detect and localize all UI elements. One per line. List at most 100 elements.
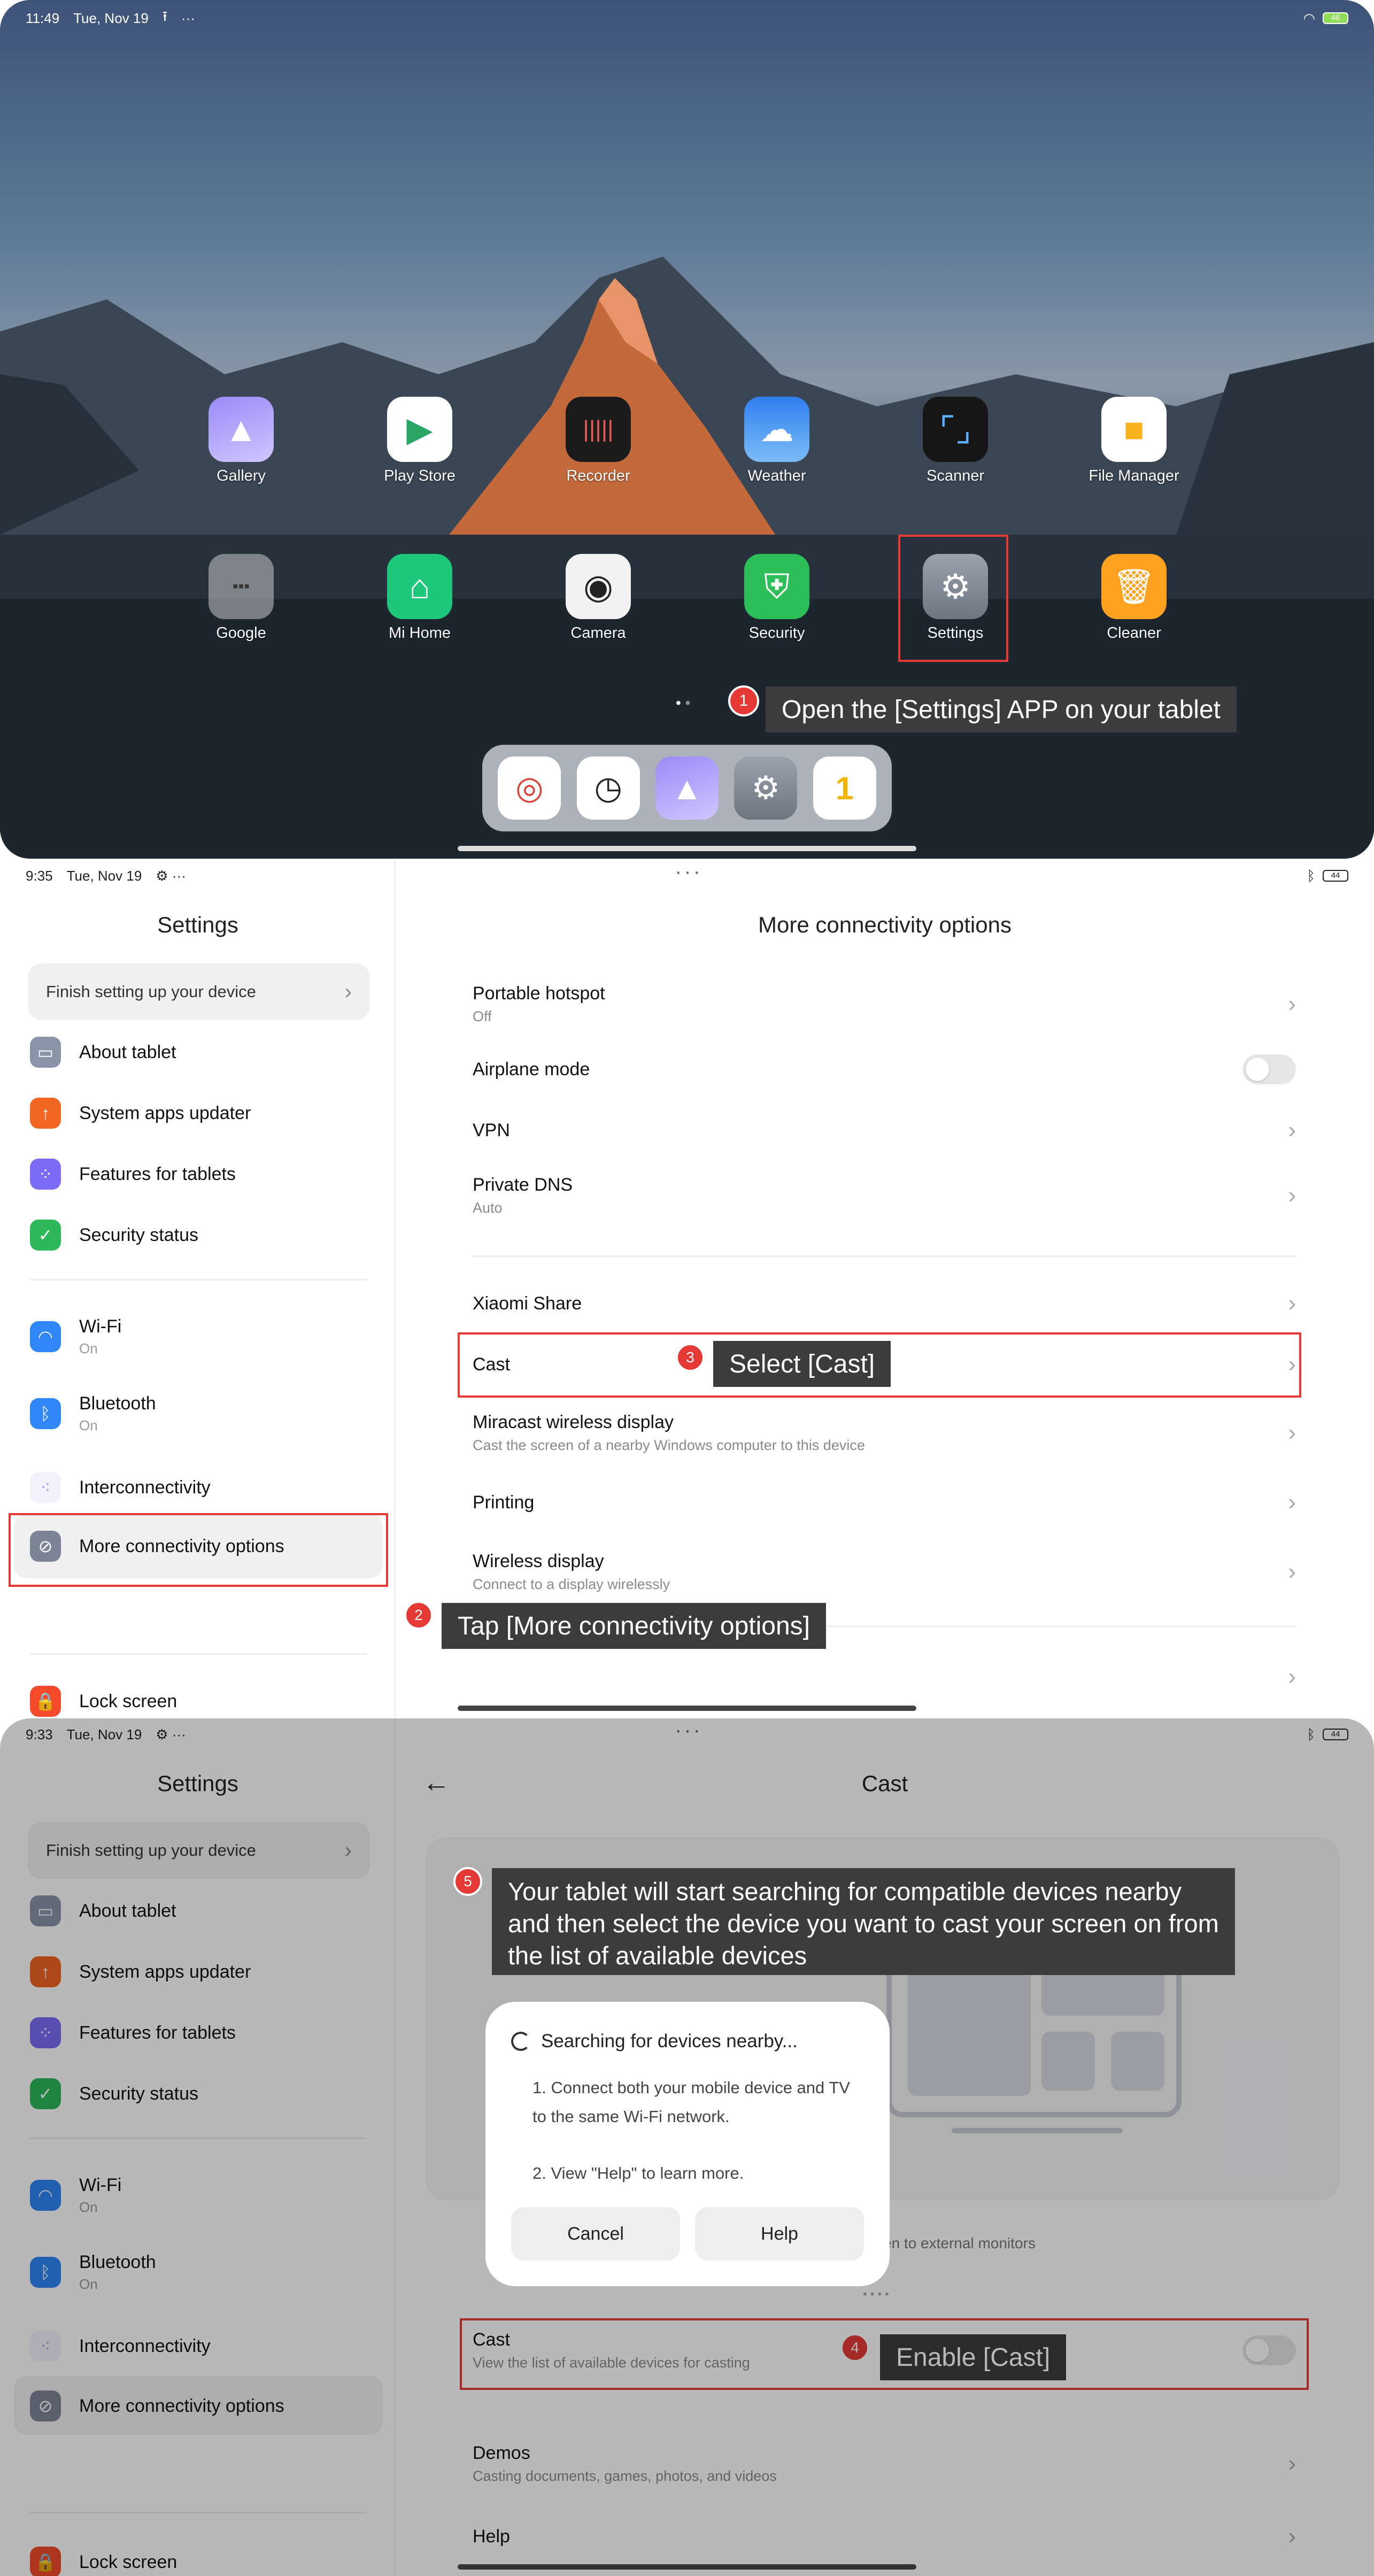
app-cleaner[interactable]: 🗑 Cleaner [1072, 554, 1195, 642]
cancel-button[interactable]: Cancel [511, 2207, 680, 2261]
step-callout-2: Tap [More connectivity options] [442, 1603, 826, 1649]
step-badge-1: 1 [728, 685, 759, 716]
row-portable-hotspot[interactable]: Portable hotspot Off › [473, 978, 1296, 1030]
app-weather[interactable]: ☁ Weather [715, 397, 838, 485]
row-label: VPN [473, 1120, 510, 1140]
interconnectivity-icon: ⁖ [30, 1472, 61, 1503]
dialog-line-1: 1. Connect both your mobile device and T… [532, 2078, 850, 2126]
row-sub: Connect to a display wirelessly [473, 1576, 670, 1592]
chevron-right-icon: › [1288, 1182, 1296, 1208]
app-recorder[interactable]: ||||| Recorder [537, 397, 660, 485]
multitask-dots-icon[interactable]: ··· [675, 860, 703, 884]
divider [30, 1279, 367, 1281]
dock: ◎ ◷ ▲ ⚙ 1 [482, 745, 892, 831]
row-label: Printing [473, 1492, 535, 1513]
sidebar-item-wifi[interactable]: ◠ Wi-Fi On [30, 1310, 372, 1363]
step-badge-2: 2 [404, 1601, 433, 1630]
sidebar-item-label: Features for tablets [79, 1163, 236, 1184]
sidebar-item-label: Lock screen [79, 1691, 177, 1711]
row-xiaomi-share[interactable]: Xiaomi Share › [473, 1282, 1296, 1325]
app-google-folder[interactable]: ▪▪▪ Google [180, 554, 303, 642]
scanner-icon: ⌜⌟ [923, 397, 988, 462]
sidebar-item-about[interactable]: ▭ About tablet [30, 1025, 372, 1079]
page-title: More connectivity options [758, 912, 1012, 937]
sidebar-item-security[interactable]: ✓ Security status [30, 1208, 372, 1262]
camera-icon: ◉ [566, 554, 631, 619]
sidebar-item-lock-screen[interactable]: 🔒 Lock screen [30, 1675, 372, 1717]
sidebar-item-bluetooth[interactable]: ᛒ Bluetooth On [30, 1387, 372, 1440]
dialog-header: Searching for devices nearby... [511, 2031, 864, 2052]
gallery-icon: ▲ [209, 397, 274, 462]
home-indicator[interactable] [458, 1706, 916, 1711]
airplane-toggle[interactable] [1242, 1054, 1296, 1084]
mi-home-icon: ⌂ [387, 554, 452, 619]
more-connectivity-panel: 9:35 Tue, Nov 19 ⚙ ··· ᛒ 44 ··· Settings… [0, 860, 1374, 1717]
row-sub: Auto [473, 1200, 503, 1216]
row-airplane-mode[interactable]: Airplane mode [473, 1048, 1296, 1091]
sidebar-item-sub: On [79, 1417, 98, 1433]
app-play-store[interactable]: ▶ Play Store [358, 397, 481, 485]
app-mi-home[interactable]: ⌂ Mi Home [358, 554, 481, 642]
arrow-up-icon: ↑ [30, 1098, 61, 1129]
sidebar-title: Settings [157, 912, 238, 937]
row-vpn[interactable]: VPN › [473, 1109, 1296, 1152]
settings-gear-icon[interactable]: ⚙ [734, 757, 798, 820]
app-label: Play Store [384, 467, 456, 484]
row-label: Miracast wireless display [473, 1412, 674, 1432]
row-wireless-display[interactable]: Wireless display Connect to a display wir… [473, 1546, 1296, 1598]
app-security[interactable]: ⛨ Security [715, 554, 838, 642]
tablet-icon: ▭ [30, 1037, 61, 1068]
home-indicator[interactable] [458, 846, 916, 851]
row-miracast[interactable]: Miracast wireless display Cast the screen… [473, 1407, 1296, 1459]
settings-sidebar: Settings Finish setting up your device ›… [0, 860, 396, 1717]
row-label: Private DNS [473, 1175, 573, 1195]
weather-icon: ☁ [744, 397, 809, 462]
finish-setup-banner[interactable]: Finish setting up your device › [28, 963, 370, 1020]
help-button[interactable]: Help [695, 2207, 864, 2261]
folder-icon: ■ [1101, 397, 1167, 462]
dialog-title: Searching for devices nearby... [541, 2031, 798, 2051]
gallery-icon[interactable]: ▲ [655, 757, 719, 820]
row-partial[interactable]: › [473, 1655, 1296, 1698]
app-label: File Manager [1089, 467, 1179, 484]
step-badge-5: 5 [453, 1867, 482, 1896]
battery-icon: 46 [1323, 12, 1348, 24]
app-scanner[interactable]: ⌜⌟ Scanner [894, 397, 1017, 485]
chrome-icon[interactable]: ◎ [498, 757, 561, 820]
app-gallery[interactable]: ▲ Gallery [180, 397, 303, 485]
row-printing[interactable]: Printing › [473, 1481, 1296, 1524]
app-file-manager[interactable]: ■ File Manager [1072, 397, 1195, 485]
divider [30, 1653, 367, 1655]
one-app-icon[interactable]: 1 [813, 757, 876, 820]
status-bar: 11:49 Tue, Nov 19 ⭱ ··· ◠ 46 [26, 7, 1348, 29]
cleaner-icon: 🗑 [1101, 554, 1167, 619]
finish-setup-label: Finish setting up your device [46, 982, 256, 1001]
sidebar-item-label: Security status [79, 1224, 198, 1245]
bluetooth-icon: ᛒ [30, 1398, 61, 1429]
home-indicator[interactable] [458, 2564, 916, 2570]
chevron-right-icon: › [344, 980, 352, 1004]
clock-icon[interactable]: ◷ [576, 757, 640, 820]
shield-icon: ✓ [30, 1220, 61, 1251]
chevron-right-icon: › [1288, 1117, 1296, 1143]
sidebar-item-label: Wi-Fi [79, 1316, 122, 1337]
sidebar-item-interconnectivity[interactable]: ⁖ Interconnectivity [30, 1461, 372, 1514]
chevron-right-icon: › [1288, 1420, 1296, 1446]
sidebar-item-features[interactable]: ⁘ Features for tablets [30, 1147, 372, 1201]
sidebar-item-updater[interactable]: ↑ System apps updater [30, 1086, 372, 1140]
app-label: Cleaner [1107, 624, 1161, 642]
row-label: Airplane mode [473, 1059, 590, 1079]
app-label: Recorder [566, 467, 630, 484]
more-dots-icon: ··· [181, 10, 195, 26]
sidebar-item-label: Bluetooth [79, 1393, 156, 1414]
chevron-right-icon: › [1288, 991, 1296, 1017]
spinner-icon [511, 2032, 530, 2051]
app-label: Google [216, 624, 266, 642]
google-folder-icon: ▪▪▪ [209, 554, 274, 619]
app-camera[interactable]: ◉ Camera [537, 554, 660, 642]
row-private-dns[interactable]: Private DNS Auto › [473, 1170, 1296, 1221]
sidebar-item-label: System apps updater [79, 1102, 251, 1123]
row-label: Wireless display [473, 1551, 604, 1571]
row-sub: Cast the screen of a nearby Windows comp… [473, 1437, 865, 1453]
status-date: Tue, Nov 19 [73, 10, 149, 26]
